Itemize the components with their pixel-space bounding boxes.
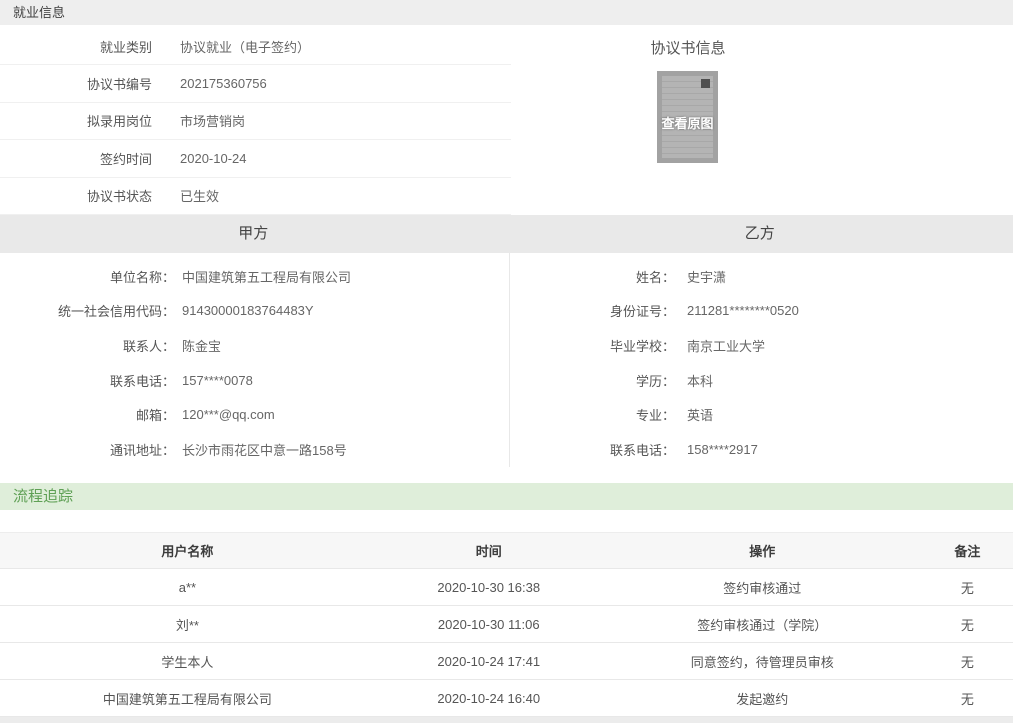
- employment-section-header: 就业信息: [0, 0, 1013, 25]
- process-section-title: 流程追踪: [13, 488, 73, 505]
- field-value: 中国建筑第五工程局有限公司: [182, 267, 351, 286]
- field-label: 专业：: [510, 405, 675, 424]
- column-header-operation: 操作: [603, 533, 922, 569]
- field-value: 120***@qq.com: [182, 407, 275, 422]
- process-section-header: 流程追踪: [0, 483, 1013, 510]
- field-value: 157****0078: [182, 373, 253, 388]
- party-a-header: 甲方: [0, 215, 507, 253]
- field-row-position: 拟录用岗位 市场营销岗: [0, 103, 511, 140]
- field-value: 陈金宝: [182, 336, 221, 355]
- field-label: 协议书编号: [0, 74, 152, 93]
- party-header-bar: 甲方 乙方: [0, 215, 1013, 253]
- field-value: 协议就业（电子签约）: [180, 37, 310, 56]
- cell-remark: 无: [922, 606, 1013, 643]
- field-label: 协议书状态: [0, 186, 152, 205]
- party-b-row-name: 姓名： 史宇潇: [510, 259, 1013, 294]
- party-b-row-major: 专业： 英语: [510, 397, 1013, 432]
- field-value: 本科: [687, 371, 713, 390]
- field-label: 通讯地址：: [0, 440, 175, 459]
- field-label: 身份证号：: [510, 301, 675, 320]
- table-row: 刘** 2020-10-30 11:06 签约审核通过（学院） 无: [0, 606, 1013, 643]
- field-label: 统一社会信用代码：: [0, 301, 175, 320]
- party-a-row-phone: 联系电话： 157****0078: [0, 363, 509, 398]
- field-row-agreement-number: 协议书编号 202175360756: [0, 65, 511, 102]
- field-label: 姓名：: [510, 267, 675, 286]
- party-a-row-email: 邮箱： 120***@qq.com: [0, 397, 509, 432]
- party-b-header: 乙方: [507, 215, 1013, 253]
- party-a-row-credit-code: 统一社会信用代码： 91430000183764483Y: [0, 294, 509, 329]
- page-bottom-strip: [0, 717, 1013, 723]
- table-row: 学生本人 2020-10-24 17:41 同意签约，待管理员审核 无: [0, 643, 1013, 680]
- cell-username: 中国建筑第五工程局有限公司: [0, 680, 375, 717]
- cell-remark: 无: [922, 569, 1013, 606]
- field-value: 长沙市雨花区中意一路158号: [182, 440, 347, 459]
- table-row: 中国建筑第五工程局有限公司 2020-10-24 16:40 发起邀约 无: [0, 680, 1013, 717]
- field-label: 毕业学校：: [510, 336, 675, 355]
- view-original-button[interactable]: 查看原图: [657, 113, 718, 132]
- field-value: 史宇潇: [687, 267, 726, 286]
- field-label: 联系电话：: [0, 371, 175, 390]
- party-a-row-company: 单位名称： 中国建筑第五工程局有限公司: [0, 259, 509, 294]
- cell-operation: 同意签约，待管理员审核: [603, 643, 922, 680]
- table-row: a** 2020-10-30 16:38 签约审核通过 无: [0, 569, 1013, 606]
- field-label: 单位名称：: [0, 267, 175, 286]
- column-header-time: 时间: [375, 533, 603, 569]
- field-row-employment-type: 就业类别 协议就业（电子签约）: [0, 28, 511, 65]
- cell-operation: 签约审核通过: [603, 569, 922, 606]
- party-a-row-contact: 联系人： 陈金宝: [0, 328, 509, 363]
- field-value: 已生效: [180, 186, 219, 205]
- cell-time: 2020-10-24 17:41: [375, 643, 603, 680]
- field-value: 202175360756: [180, 76, 267, 91]
- cell-time: 2020-10-30 11:06: [375, 606, 603, 643]
- field-value: 南京工业大学: [687, 336, 765, 355]
- party-b-row-phone: 联系电话： 158****2917: [510, 432, 1013, 467]
- employment-section-title: 就业信息: [13, 5, 65, 20]
- field-label: 联系人：: [0, 336, 175, 355]
- cell-time: 2020-10-24 16:40: [375, 680, 603, 717]
- party-details-panel: 单位名称： 中国建筑第五工程局有限公司 统一社会信用代码： 9143000018…: [0, 253, 1013, 467]
- field-label: 就业类别: [0, 37, 152, 56]
- field-value: 英语: [687, 405, 713, 424]
- field-value: 2020-10-24: [180, 151, 247, 166]
- field-value: 市场营销岗: [180, 111, 245, 130]
- cell-remark: 无: [922, 643, 1013, 680]
- agreement-thumbnail[interactable]: 查看原图: [657, 71, 718, 163]
- cell-time: 2020-10-30 16:38: [375, 569, 603, 606]
- table-header-row: 用户名称 时间 操作 备注: [0, 533, 1013, 569]
- field-label: 拟录用岗位: [0, 111, 152, 130]
- column-header-username: 用户名称: [0, 533, 375, 569]
- cell-username: 刘**: [0, 606, 375, 643]
- field-label: 邮箱：: [0, 405, 175, 424]
- column-header-remark: 备注: [922, 533, 1013, 569]
- field-value: 211281********0520: [687, 303, 799, 318]
- field-value: 91430000183764483Y: [182, 303, 314, 318]
- party-b-row-degree: 学历： 本科: [510, 363, 1013, 398]
- party-a-fields: 单位名称： 中国建筑第五工程局有限公司 统一社会信用代码： 9143000018…: [0, 253, 510, 467]
- agreement-panel-title: 协议书信息: [511, 37, 865, 58]
- party-b-row-school: 毕业学校： 南京工业大学: [510, 328, 1013, 363]
- cell-operation: 签约审核通过（学院）: [603, 606, 922, 643]
- field-label: 学历：: [510, 371, 675, 390]
- agreement-panel: 协议书信息 查看原图: [511, 25, 1013, 215]
- field-row-agreement-status: 协议书状态 已生效: [0, 178, 511, 215]
- cell-operation: 发起邀约: [603, 680, 922, 717]
- party-b-row-id-number: 身份证号： 211281********0520: [510, 294, 1013, 329]
- cell-username: 学生本人: [0, 643, 375, 680]
- cell-username: a**: [0, 569, 375, 606]
- party-b-fields: 姓名： 史宇潇 身份证号： 211281********0520 毕业学校： 南…: [510, 253, 1013, 467]
- employment-fields: 就业类别 协议就业（电子签约） 协议书编号 202175360756 拟录用岗位…: [0, 25, 511, 215]
- field-row-sign-date: 签约时间 2020-10-24: [0, 140, 511, 177]
- qr-code-icon: [701, 79, 710, 88]
- process-tracking-table: 用户名称 时间 操作 备注 a** 2020-10-30 16:38 签约审核通…: [0, 532, 1013, 717]
- cell-remark: 无: [922, 680, 1013, 717]
- field-label: 签约时间: [0, 149, 152, 168]
- field-value: 158****2917: [687, 442, 758, 457]
- employment-detail-page: 就业信息 就业类别 协议就业（电子签约） 协议书编号 202175360756 …: [0, 0, 1013, 723]
- party-a-row-address: 通讯地址： 长沙市雨花区中意一路158号: [0, 432, 509, 467]
- field-label: 联系电话：: [510, 440, 675, 459]
- employment-info-panel: 就业类别 协议就业（电子签约） 协议书编号 202175360756 拟录用岗位…: [0, 25, 1013, 215]
